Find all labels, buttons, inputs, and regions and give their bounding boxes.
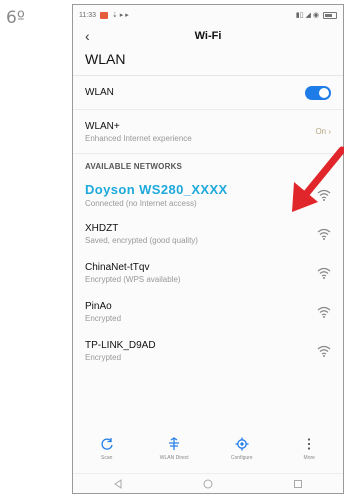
network-item[interactable]: ChinaNet-tTqv Encrypted (WPS available) bbox=[73, 253, 343, 292]
notification-icon bbox=[100, 11, 108, 19]
configure-label: Configure bbox=[230, 455, 253, 461]
status-bar: 11:33 ⇣ ▸ ▸ ▮▯ ◢ ◉ bbox=[73, 5, 343, 25]
configure-button[interactable]: Configure bbox=[220, 437, 264, 461]
network-item[interactable]: XHDZT Saved, encrypted (good quality) bbox=[73, 214, 343, 253]
wlan-direct-label: WLAN Direct bbox=[159, 455, 189, 461]
signal-icon: ▮▯ ◢ ◉ bbox=[295, 12, 319, 19]
more-label: More bbox=[303, 455, 315, 461]
more-vertical-icon bbox=[308, 438, 311, 450]
wlan-toggle-label: WLAN bbox=[85, 87, 114, 98]
scan-button[interactable]: Scan bbox=[85, 437, 129, 461]
back-triangle-icon[interactable] bbox=[113, 478, 123, 489]
refresh-icon bbox=[101, 438, 113, 450]
more-button[interactable]: More bbox=[287, 437, 331, 461]
pointer-arrow-icon bbox=[292, 146, 344, 212]
network-status: Connected (no Internet access) bbox=[85, 198, 197, 208]
wlan-toggle-switch[interactable] bbox=[305, 85, 331, 100]
gear-icon bbox=[235, 437, 249, 451]
status-time: 11:33 bbox=[79, 11, 96, 19]
step-number: 6º bbox=[6, 8, 25, 28]
network-name: TP-LINK_D9AD bbox=[85, 339, 156, 351]
battery-icon bbox=[323, 11, 337, 19]
notification-icon: ⇣ ▸ ▸ bbox=[112, 12, 129, 19]
phone-screen: 11:33 ⇣ ▸ ▸ ▮▯ ◢ ◉ ‹ Wi-Fi WLAN WLAN WLA… bbox=[72, 4, 344, 494]
wlan-plus-sublabel: Enhanced Internet experience bbox=[85, 133, 192, 143]
wifi-signal-icon bbox=[317, 345, 331, 357]
bottom-toolbar: Scan WLAN Direct Configure More bbox=[73, 437, 343, 471]
network-name: Doyson WS280_XXXX bbox=[85, 181, 228, 197]
system-nav-bar bbox=[73, 473, 343, 493]
network-status: Encrypted (WPS available) bbox=[85, 274, 181, 284]
network-name: PinAo bbox=[85, 300, 112, 312]
network-status: Encrypted bbox=[85, 313, 122, 323]
wlan-direct-button[interactable]: WLAN Direct bbox=[152, 437, 196, 461]
scan-label: Scan bbox=[101, 455, 113, 461]
recents-square-icon[interactable] bbox=[293, 479, 303, 489]
wifi-signal-icon bbox=[317, 306, 331, 318]
screen-title: Wi-Fi bbox=[194, 30, 222, 42]
wlan-plus-value: On › bbox=[315, 127, 331, 136]
wlan-toggle-row[interactable]: WLAN bbox=[73, 76, 343, 110]
network-status: Saved, encrypted (good quality) bbox=[85, 235, 198, 245]
wlan-direct-icon bbox=[169, 437, 180, 450]
page-heading: WLAN bbox=[73, 47, 343, 76]
wifi-signal-icon bbox=[317, 228, 331, 240]
network-name: XHDZT bbox=[85, 222, 119, 234]
network-item[interactable]: TP-LINK_D9AD Encrypted bbox=[73, 331, 343, 370]
network-name: ChinaNet-tTqv bbox=[85, 261, 150, 273]
title-bar: ‹ Wi-Fi bbox=[73, 25, 343, 47]
network-item[interactable]: PinAo Encrypted bbox=[73, 292, 343, 331]
wifi-signal-icon bbox=[317, 267, 331, 279]
home-circle-icon[interactable] bbox=[203, 479, 213, 489]
network-status: Encrypted bbox=[85, 352, 122, 362]
wlan-plus-label: WLAN+ bbox=[85, 120, 120, 132]
